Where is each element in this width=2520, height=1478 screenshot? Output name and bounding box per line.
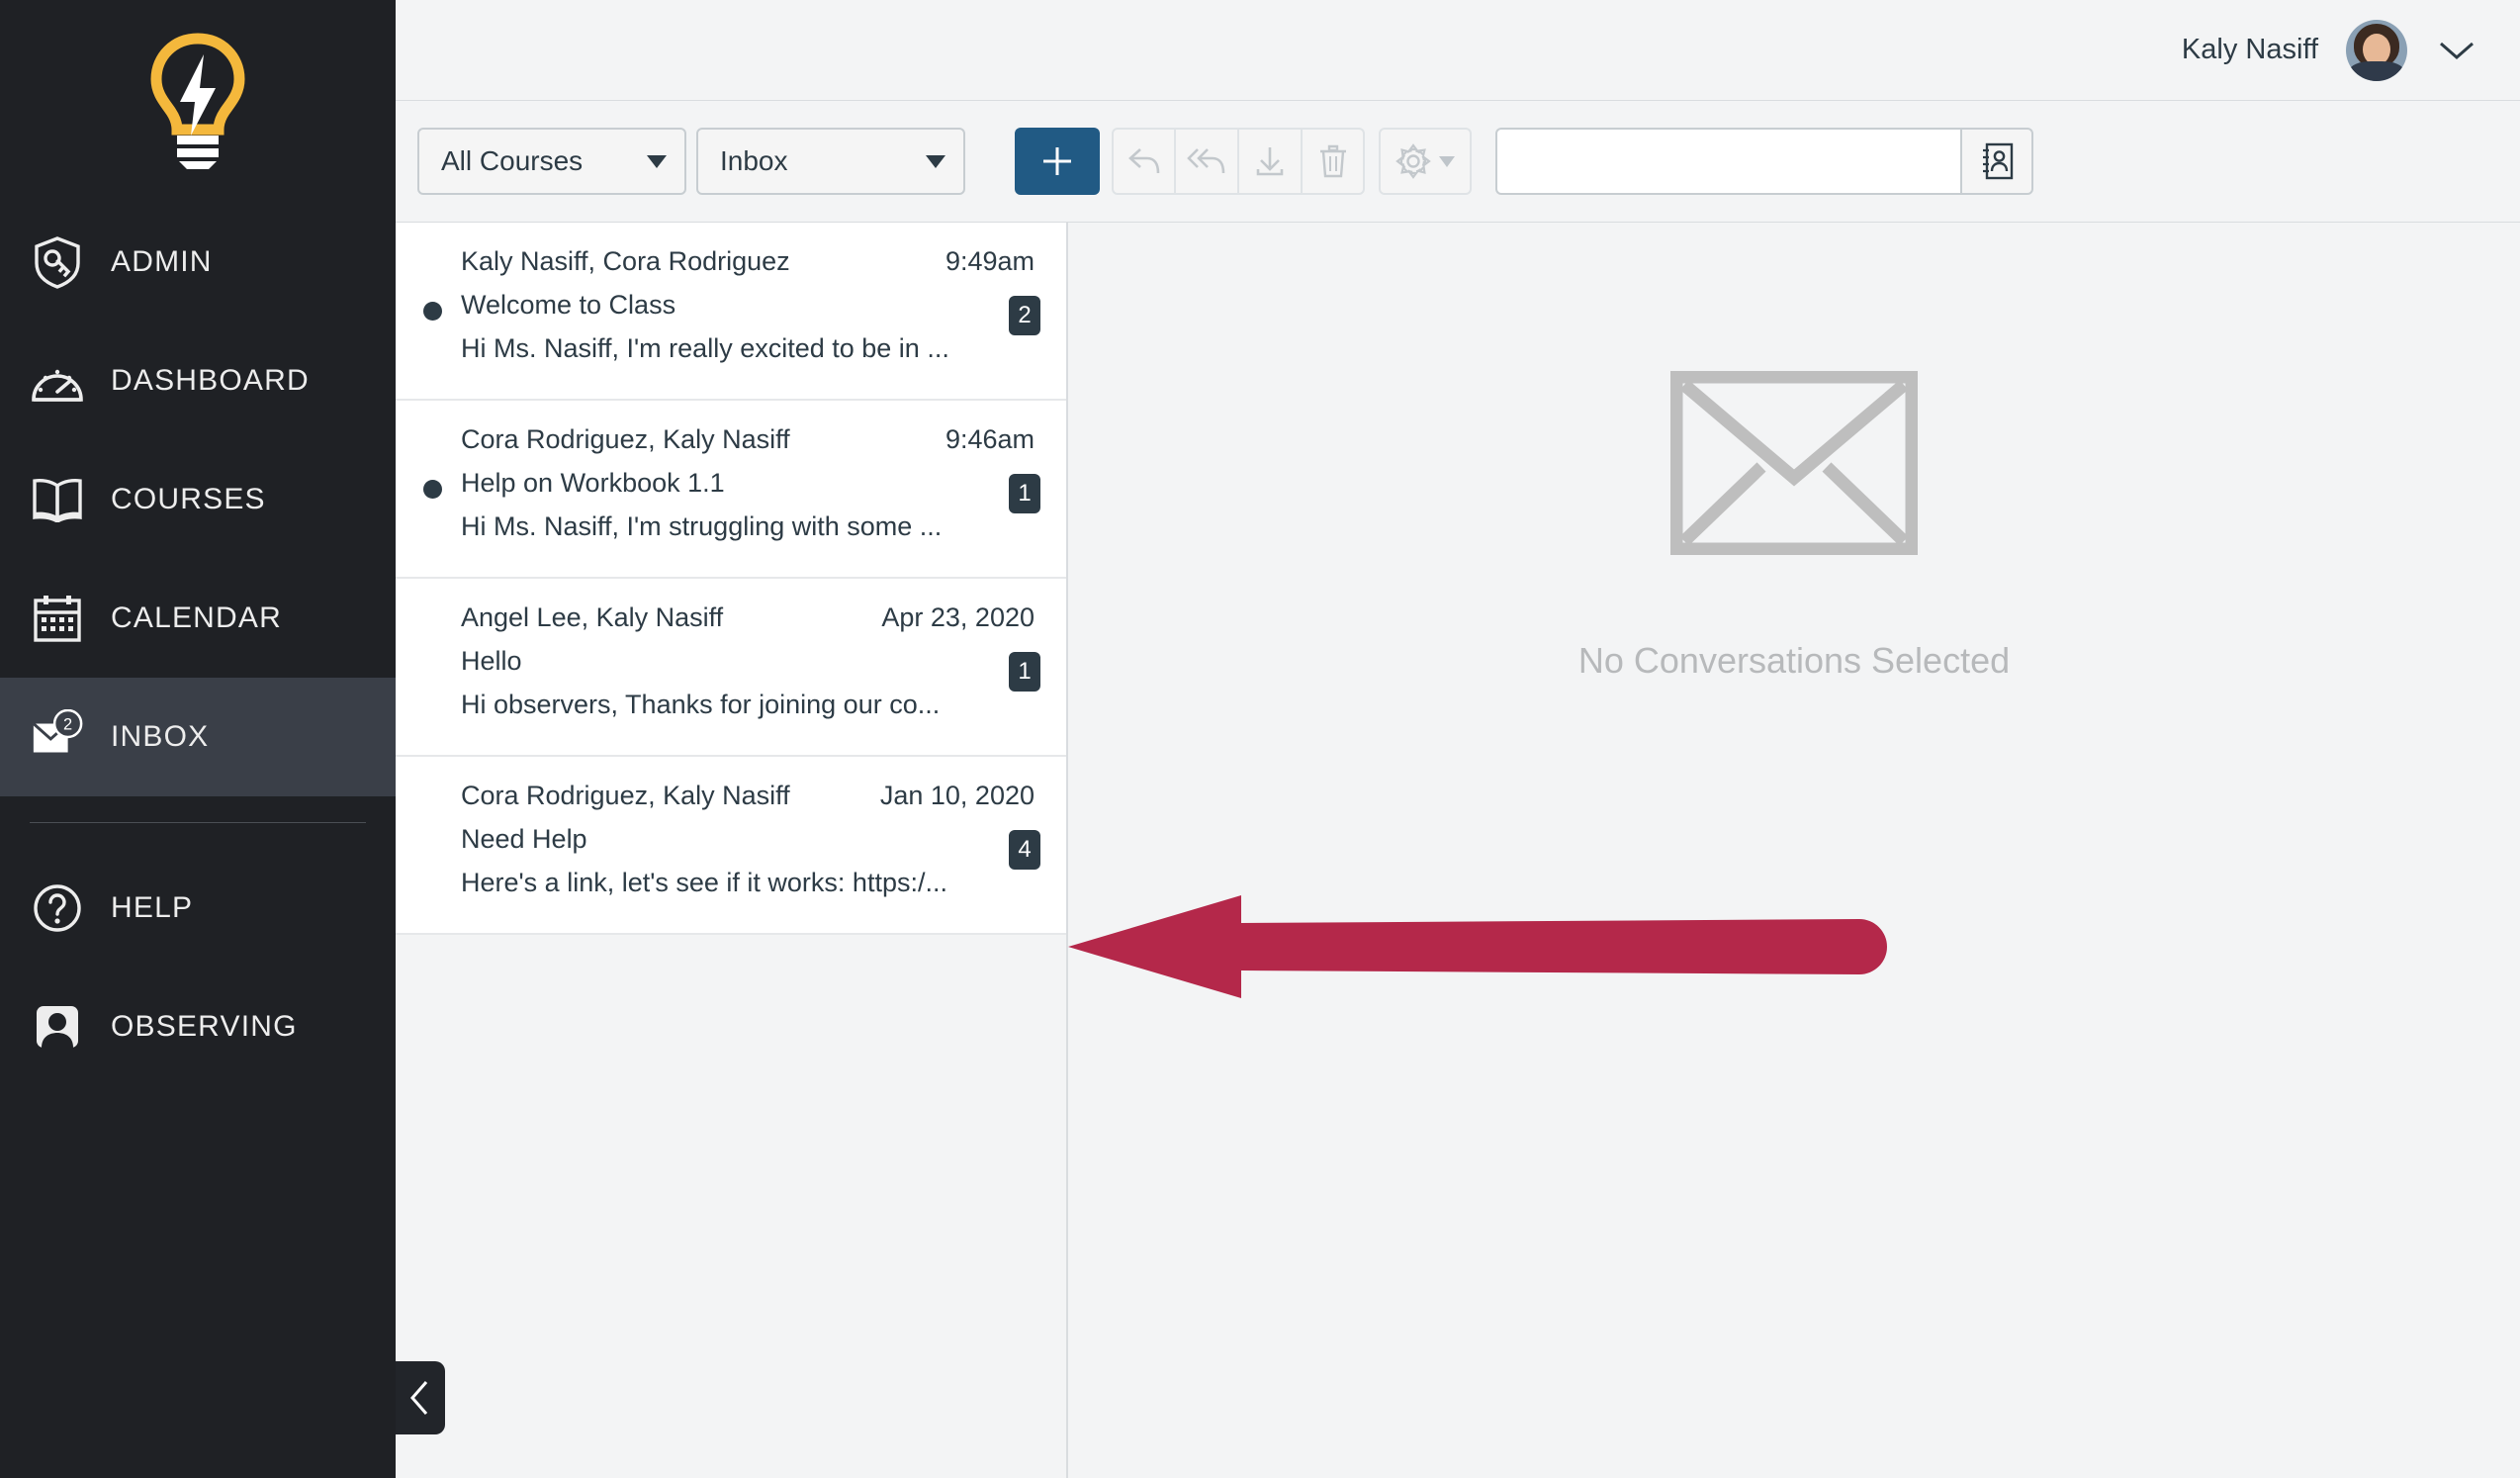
conversation-list-panel[interactable]: Kaly Nasiff, Cora Rodriguez 9:49am Welco… [396, 222, 1068, 1478]
calendar-icon [30, 591, 85, 646]
envelope-icon: 2 [30, 709, 85, 765]
inbox-page: ADMIN DASHBOARD [0, 0, 2520, 1478]
current-user-name: Kaly Nasiff [2182, 34, 2318, 66]
question-circle-icon [30, 880, 85, 936]
inbox-toolbar: All Courses Inbox [396, 101, 2520, 222]
top-header-bar: Kaly Nasiff [396, 0, 2520, 101]
search-input[interactable] [1495, 128, 1960, 195]
sidebar-item-admin[interactable]: ADMIN [0, 203, 396, 322]
scope-filter-value: Inbox [720, 145, 788, 177]
message-count-badge: 2 [1009, 296, 1040, 335]
conversation-participants: Cora Rodriguez, Kaly Nasiff [461, 424, 790, 455]
open-book-icon [30, 472, 85, 527]
sidebar-item-label: HELP [111, 891, 193, 925]
sidebar-item-label: CALENDAR [111, 601, 282, 635]
conversation-row[interactable]: Angel Lee, Kaly Nasiff Apr 23, 2020 Hell… [396, 579, 1066, 757]
sidebar-nav-list: ADMIN DASHBOARD [0, 203, 396, 1086]
conversation-preview: Hi observers, Thanks for joining our co.… [461, 690, 1035, 720]
conversation-participants: Cora Rodriguez, Kaly Nasiff [461, 781, 790, 811]
annotation-arrow [1068, 887, 1899, 1006]
gear-icon [1395, 143, 1431, 179]
message-count-badge: 1 [1009, 652, 1040, 692]
user-portrait-icon [30, 999, 85, 1055]
sidebar-item-observing[interactable]: OBSERVING [0, 968, 396, 1086]
conversation-date: 9:46am [945, 424, 1035, 455]
user-menu-toggle[interactable] [2435, 29, 2478, 72]
reply-arrow-icon [1125, 144, 1163, 178]
sidebar-item-label: ADMIN [111, 245, 213, 279]
gauge-icon [30, 353, 85, 409]
reply-button[interactable] [1112, 128, 1175, 195]
reply-all-button[interactable] [1175, 128, 1238, 195]
main-area: Kaly Nasiff All Courses Inbox [396, 0, 2520, 1478]
caret-down-icon [1439, 156, 1455, 167]
conversation-subject: Help on Workbook 1.1 [461, 468, 1035, 499]
envelope-outline-icon [1670, 371, 1918, 555]
conversation-date: 9:49am [945, 246, 1035, 277]
settings-menu-button[interactable] [1379, 128, 1472, 195]
sidebar-collapse-toggle[interactable] [396, 1361, 445, 1434]
sidebar-item-calendar[interactable]: CALENDAR [0, 559, 396, 678]
conversation-date: Apr 23, 2020 [881, 602, 1035, 633]
conversation-participants: Angel Lee, Kaly Nasiff [461, 602, 723, 633]
conversation-preview: Hi Ms. Nasiff, I'm struggling with some … [461, 511, 1035, 542]
conversation-preview: Here's a link, let's see if it works: ht… [461, 868, 1035, 898]
address-book-icon [1978, 140, 2016, 182]
plus-icon [1037, 141, 1077, 181]
conversation-row[interactable]: Kaly Nasiff, Cora Rodriguez 9:49am Welco… [396, 223, 1066, 401]
sidebar-item-courses[interactable]: COURSES [0, 440, 396, 559]
brand-logo[interactable] [0, 0, 396, 203]
sidebar-item-label: COURSES [111, 483, 266, 516]
message-count-badge: 4 [1009, 830, 1040, 870]
conversation-subject: Welcome to Class [461, 290, 1035, 321]
sidebar-item-label: OBSERVING [111, 1010, 298, 1044]
inbox-split-view: Kaly Nasiff, Cora Rodriguez 9:49am Welco… [396, 222, 2520, 1478]
conversation-preview: Hi Ms. Nasiff, I'm really excited to be … [461, 333, 1035, 364]
lightbulb-lightning-logo-icon [143, 33, 252, 171]
address-book-button[interactable] [1960, 128, 2033, 195]
sidebar-item-help[interactable]: HELP [0, 849, 396, 968]
reply-all-arrow-icon [1185, 144, 1228, 178]
unread-indicator [423, 480, 442, 499]
conversation-detail-panel: No Conversations Selected [1068, 222, 2520, 1478]
caret-down-icon [926, 155, 945, 168]
sidebar-item-label: DASHBOARD [111, 364, 310, 398]
message-count-badge: 1 [1009, 474, 1040, 513]
conversation-items: Kaly Nasiff, Cora Rodriguez 9:49am Welco… [396, 223, 1066, 935]
search-area [1495, 128, 2033, 195]
global-navigation-sidebar: ADMIN DASHBOARD [0, 0, 396, 1478]
download-arrow-icon [1252, 143, 1288, 179]
delete-button[interactable] [1302, 128, 1365, 195]
chevron-down-icon [2437, 39, 2476, 62]
inbox-badge-count: 2 [63, 715, 72, 733]
conversation-row[interactable]: Cora Rodriguez, Kaly Nasiff Jan 10, 2020… [396, 757, 1066, 935]
trash-icon [1316, 142, 1350, 180]
sidebar-item-inbox[interactable]: 2 INBOX [0, 678, 396, 796]
conversation-row[interactable]: Cora Rodriguez, Kaly Nasiff 9:46am Help … [396, 401, 1066, 579]
archive-button[interactable] [1238, 128, 1302, 195]
course-filter-select[interactable]: All Courses [417, 128, 686, 195]
scope-filter-select[interactable]: Inbox [696, 128, 965, 195]
conversation-subject: Need Help [461, 824, 1035, 855]
conversation-participants: Kaly Nasiff, Cora Rodriguez [461, 246, 790, 277]
caret-down-icon [647, 155, 667, 168]
sidebar-divider [30, 822, 366, 823]
message-action-button-group [1112, 128, 1365, 195]
chevron-left-icon [407, 1377, 433, 1419]
sidebar-item-dashboard[interactable]: DASHBOARD [0, 322, 396, 440]
compose-button[interactable] [1015, 128, 1100, 195]
sidebar-item-label: INBOX [111, 720, 209, 754]
conversation-date: Jan 10, 2020 [880, 781, 1035, 811]
unread-indicator [423, 302, 442, 321]
conversation-list-empty-space [396, 935, 1066, 1478]
empty-state-text: No Conversations Selected [1578, 640, 2010, 682]
shield-key-icon [30, 234, 85, 290]
avatar[interactable] [2346, 20, 2407, 81]
conversation-subject: Hello [461, 646, 1035, 677]
course-filter-value: All Courses [441, 145, 583, 177]
